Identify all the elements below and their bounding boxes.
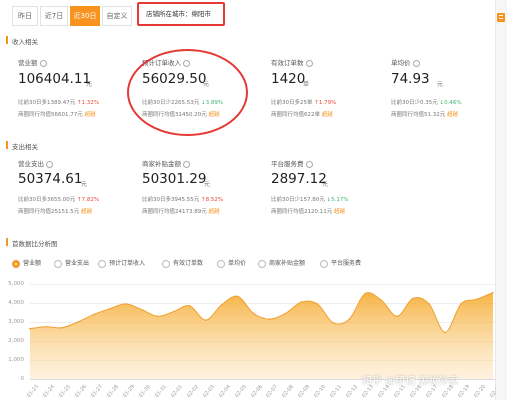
data-point[interactable] — [29, 327, 31, 330]
watermark: 知乎 @伊记 美妆外卖 — [362, 376, 459, 387]
data-point[interactable] — [236, 295, 239, 298]
right-panel-strip — [496, 0, 507, 400]
data-point[interactable] — [93, 313, 95, 316]
page: 昨日 近7日 近30日 自定义 店铺所在城市：绵阳市 收入相关 营业额 1064… — [0, 0, 503, 400]
notification-icon[interactable] — [496, 12, 506, 24]
data-point[interactable] — [428, 303, 430, 305]
data-point[interactable] — [204, 319, 207, 321]
data-point[interactable] — [492, 291, 494, 294]
data-point[interactable] — [109, 307, 111, 310]
data-point[interactable] — [140, 308, 143, 311]
data-point[interactable] — [284, 312, 287, 315]
data-point[interactable] — [188, 305, 191, 307]
data-point[interactable] — [252, 312, 255, 315]
data-point[interactable] — [124, 303, 127, 305]
data-point[interactable] — [172, 310, 175, 313]
data-point[interactable] — [412, 297, 414, 300]
data-point[interactable] — [364, 292, 367, 295]
data-point[interactable] — [156, 315, 159, 318]
revenue-area-chart — [29, 291, 494, 379]
data-point[interactable] — [45, 325, 47, 328]
data-point[interactable] — [444, 331, 446, 334]
data-point[interactable] — [77, 321, 79, 323]
data-point[interactable] — [61, 326, 63, 329]
data-point[interactable] — [332, 322, 335, 324]
data-point[interactable] — [396, 315, 399, 318]
series-area-revenue — [30, 292, 493, 379]
data-point[interactable] — [460, 303, 462, 305]
data-point[interactable] — [268, 318, 271, 320]
data-point[interactable] — [476, 298, 478, 301]
data-point[interactable] — [316, 303, 319, 305]
data-point[interactable] — [300, 301, 303, 303]
data-point[interactable] — [348, 318, 351, 320]
data-point[interactable] — [380, 299, 383, 301]
data-point[interactable] — [220, 304, 223, 306]
